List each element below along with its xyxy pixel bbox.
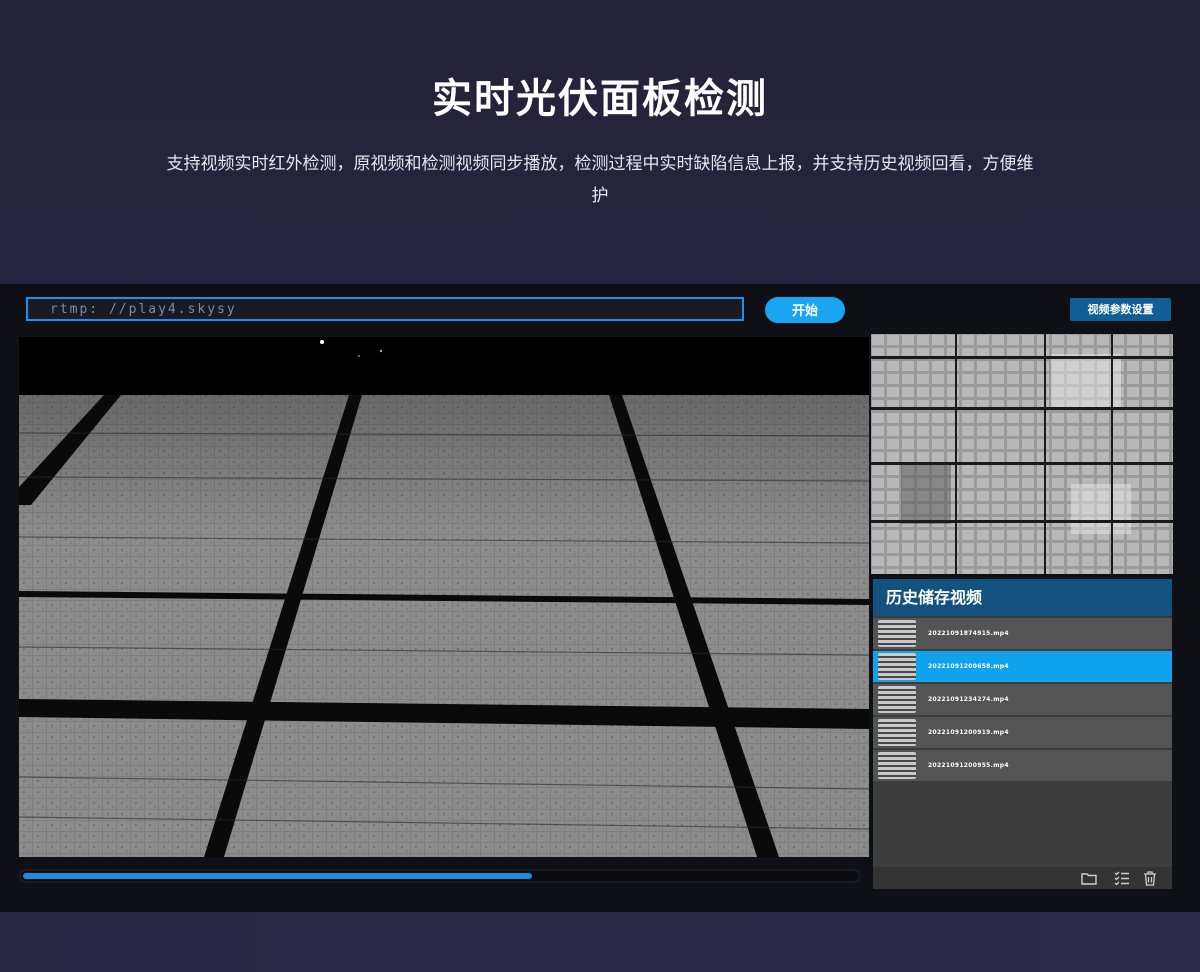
- history-item[interactable]: 20221091874915.mp4: [873, 618, 1172, 649]
- video-thumbnail: [878, 653, 916, 680]
- history-item-name: 20221091874915.mp4: [928, 630, 1009, 637]
- history-item[interactable]: 20221091200919.mp4: [873, 717, 1172, 748]
- playback-progress-bar[interactable]: [19, 869, 861, 883]
- video-params-button[interactable]: 视频参数设置: [1070, 298, 1171, 321]
- page-title: 实时光伏面板检测: [432, 76, 768, 122]
- footer-band: [0, 912, 1200, 972]
- detection-video-view[interactable]: [871, 334, 1173, 574]
- solar-panel-infrared-frame: [19, 337, 869, 857]
- main-video-view[interactable]: [19, 337, 869, 857]
- history-list: 20221091874915.mp4 20221091200658.mp4 20…: [873, 618, 1172, 783]
- history-item-name: 20221091200955.mp4: [928, 762, 1009, 769]
- history-panel-title: 历史储存视频: [873, 579, 1172, 616]
- history-item-name: 20221091234274.mp4: [928, 696, 1009, 703]
- start-button[interactable]: 开始: [765, 297, 845, 323]
- detection-frame: [871, 334, 1173, 574]
- trash-icon[interactable]: [1142, 870, 1158, 886]
- history-item[interactable]: 20221091234274.mp4: [873, 684, 1172, 715]
- stream-url-input[interactable]: [26, 297, 744, 321]
- folder-icon[interactable]: [1081, 870, 1097, 886]
- history-toolbar: [873, 867, 1172, 889]
- video-thumbnail: [878, 620, 916, 647]
- page-description: 支持视频实时红外检测，原视频和检测视频同步播放，检测过程中实时缺陷信息上报，并支…: [166, 154, 1034, 206]
- history-item-name: 20221091200919.mp4: [928, 729, 1009, 736]
- detection-app: 开始 视频参数设置: [0, 284, 1200, 912]
- history-item-selected[interactable]: 20221091200658.mp4: [873, 651, 1172, 682]
- video-thumbnail: [878, 719, 916, 746]
- checklist-icon[interactable]: [1114, 870, 1130, 886]
- history-item-name: 20221091200658.mp4: [928, 663, 1009, 670]
- progress-fill: [23, 873, 532, 879]
- video-thumbnail: [878, 686, 916, 713]
- history-video-panel: 历史储存视频 20221091874915.mp4 20221091200658…: [873, 579, 1172, 889]
- video-thumbnail: [878, 752, 916, 779]
- history-item[interactable]: 20221091200955.mp4: [873, 750, 1172, 781]
